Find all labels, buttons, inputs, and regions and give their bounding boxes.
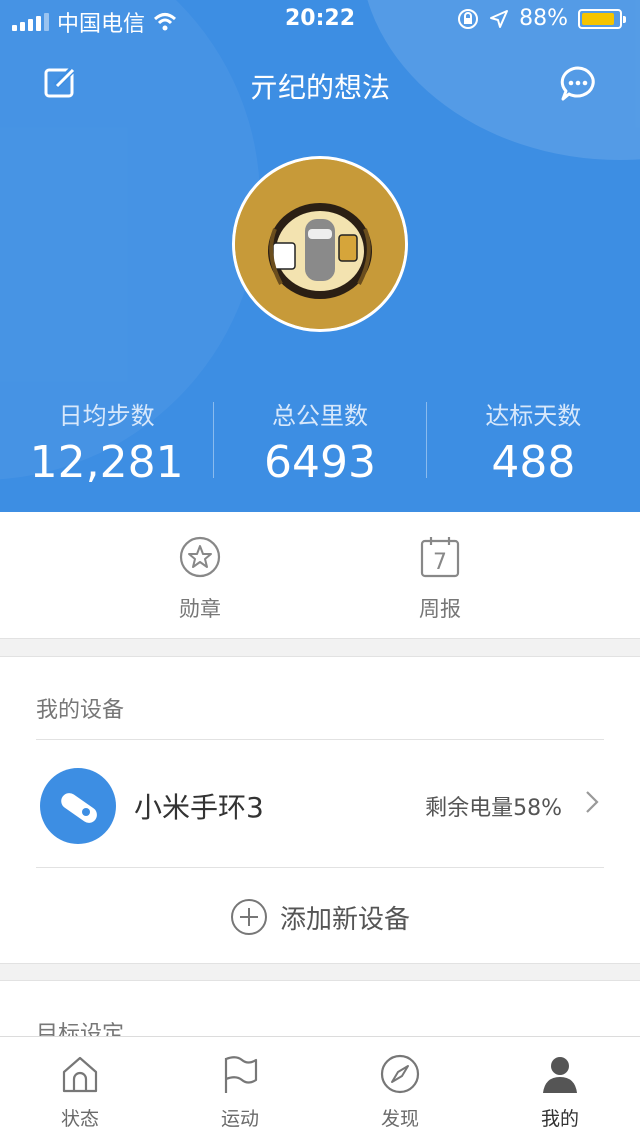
stat-value: 6493 <box>264 437 376 488</box>
page-title: 亓纪的想法 <box>249 71 390 104</box>
location-arrow-icon <box>490 9 509 28</box>
compass-icon <box>380 1054 420 1094</box>
home-icon <box>62 1056 98 1093</box>
stat-label: 达标天数 <box>485 402 582 430</box>
tab-bar: 状态 运动 发现 我的 <box>0 1036 640 1137</box>
calendar-icon: 7 <box>420 537 460 578</box>
profile-icon <box>543 1057 577 1093</box>
band-icon <box>40 768 116 844</box>
tab-status[interactable]: 状态 <box>0 1037 160 1137</box>
divider <box>36 739 604 740</box>
rotation-lock-icon <box>458 8 479 29</box>
battery-fill <box>582 12 614 25</box>
stat-value: 12,281 <box>29 437 184 488</box>
weekly-report-button[interactable]: 7 周报 <box>380 536 500 623</box>
stat-goal-days: 达标天数 488 <box>427 392 640 492</box>
avatar[interactable] <box>232 156 408 332</box>
tab-label: 状态 <box>60 1108 99 1130</box>
device-name: 小米手环3 <box>134 791 264 824</box>
battery-percent: 88% <box>519 6 568 31</box>
device-battery: 剩余电量58% <box>425 796 562 821</box>
tab-discover[interactable]: 发现 <box>320 1037 480 1137</box>
weekly-report-label: 周报 <box>419 597 461 621</box>
status-bar: 中国电信 20:22 88% <box>0 0 640 40</box>
medal-star-icon <box>179 536 221 578</box>
chat-bubble-icon[interactable] <box>558 64 598 104</box>
medals-label: 勋章 <box>179 597 221 621</box>
tab-mine[interactable]: 我的 <box>480 1037 640 1137</box>
devices-section-title: 我的设备 <box>36 698 125 723</box>
stat-divider <box>213 402 214 478</box>
quick-actions: 勋章 7 周报 <box>0 512 640 639</box>
tab-label: 我的 <box>540 1108 579 1130</box>
tab-label: 运动 <box>220 1108 259 1130</box>
tab-exercise[interactable]: 运动 <box>160 1037 320 1137</box>
stat-label: 日均步数 <box>58 402 155 430</box>
add-device-label: 添加新设备 <box>279 904 410 935</box>
stat-label: 总公里数 <box>271 402 368 430</box>
stat-total-km: 总公里数 6493 <box>213 392 426 492</box>
status-right-group: 88% <box>457 6 626 31</box>
profile-header: 中国电信 20:22 88% 亓纪的想法 日均步数 12,281 总公里数 64… <box>0 0 640 512</box>
plus-circle-icon <box>230 899 267 935</box>
stat-value: 488 <box>491 437 576 488</box>
medals-button[interactable]: 勋章 <box>140 536 260 623</box>
calendar-day: 7 <box>433 550 447 575</box>
avatar-image <box>235 159 405 329</box>
stats-row: 日均步数 12,281 总公里数 6493 达标天数 488 <box>0 392 640 492</box>
tab-label: 发现 <box>380 1108 419 1130</box>
divider <box>36 867 604 868</box>
battery-icon <box>578 8 626 29</box>
chevron-right-icon <box>586 791 599 813</box>
add-device-button[interactable]: 添加新设备 <box>0 892 640 942</box>
stat-daily-steps: 日均步数 12,281 <box>0 392 213 492</box>
flag-icon <box>224 1056 258 1093</box>
stat-divider <box>426 402 427 478</box>
